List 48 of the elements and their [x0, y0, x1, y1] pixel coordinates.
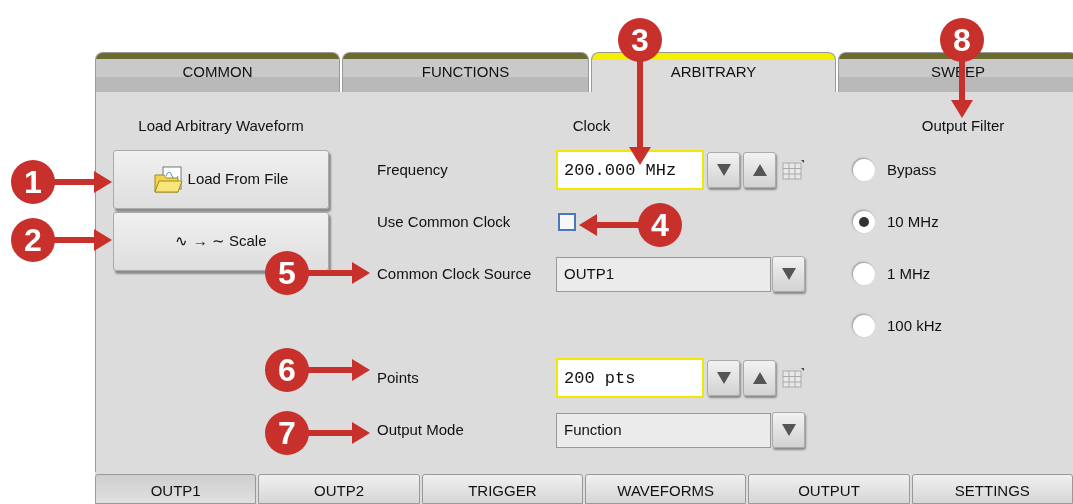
- field-label: Output Mode: [377, 419, 465, 440]
- field-label: Frequency: [377, 159, 449, 180]
- tab[interactable]: ARBITRARY: [591, 52, 836, 92]
- input-field[interactable]: 200 pts: [556, 358, 704, 398]
- tab[interactable]: WAVEFORMS: [585, 474, 747, 504]
- radio-button[interactable]: [853, 211, 875, 233]
- callout-arrow: [307, 422, 370, 444]
- decrement-button[interactable]: [707, 360, 740, 396]
- load-file-button[interactable]: Load From File: [113, 150, 329, 209]
- callout-number: 2: [11, 218, 55, 262]
- callout-number: 1: [11, 160, 55, 204]
- decrement-button[interactable]: [707, 152, 740, 188]
- section-title: Clock: [571, 115, 612, 136]
- radio-button[interactable]: [853, 263, 875, 285]
- tab[interactable]: TRIGGER: [421, 474, 583, 504]
- radio-button[interactable]: [853, 315, 875, 337]
- input-field[interactable]: 200.000 MHz: [556, 150, 704, 190]
- callout-arrow: [53, 171, 112, 193]
- tab[interactable]: COMMON: [95, 52, 340, 92]
- dropdown-field[interactable]: Function: [556, 412, 771, 448]
- field-label: Use Common Clock: [377, 211, 512, 232]
- callout-arrow: [579, 214, 640, 236]
- callout-arrow: [307, 359, 370, 381]
- radio-button[interactable]: [853, 159, 875, 181]
- field-label: Common Clock Source: [377, 263, 533, 284]
- dropdown-field[interactable]: OUTP1: [556, 256, 771, 292]
- radio-label[interactable]: 100 kHz: [887, 314, 943, 338]
- section-title: Load Arbitrary Waveform: [137, 115, 305, 136]
- checkbox[interactable]: [558, 213, 576, 231]
- tab[interactable]: OUTPUT: [748, 474, 910, 504]
- radio-label[interactable]: Bypass: [887, 158, 937, 182]
- radio-label[interactable]: 1 MHz: [887, 262, 931, 286]
- tab[interactable]: OUTP2: [258, 474, 420, 504]
- increment-button[interactable]: [743, 360, 776, 396]
- callout-arrow: [53, 229, 112, 251]
- section-title: Output Filter: [920, 115, 1006, 136]
- tab[interactable]: OUTP1: [95, 474, 257, 504]
- callout-arrow: [307, 262, 370, 284]
- increment-button[interactable]: [743, 152, 776, 188]
- dropdown-button[interactable]: [772, 256, 805, 292]
- radio-label[interactable]: 10 MHz: [887, 210, 939, 234]
- folder-icon: [153, 165, 184, 194]
- tab[interactable]: SETTINGS: [911, 474, 1073, 504]
- callout-number: 3: [618, 18, 662, 62]
- tab[interactable]: FUNCTIONS: [342, 52, 589, 92]
- callout-number: 8: [940, 18, 984, 62]
- dropdown-button[interactable]: [772, 412, 805, 448]
- field-label: Points: [377, 367, 420, 388]
